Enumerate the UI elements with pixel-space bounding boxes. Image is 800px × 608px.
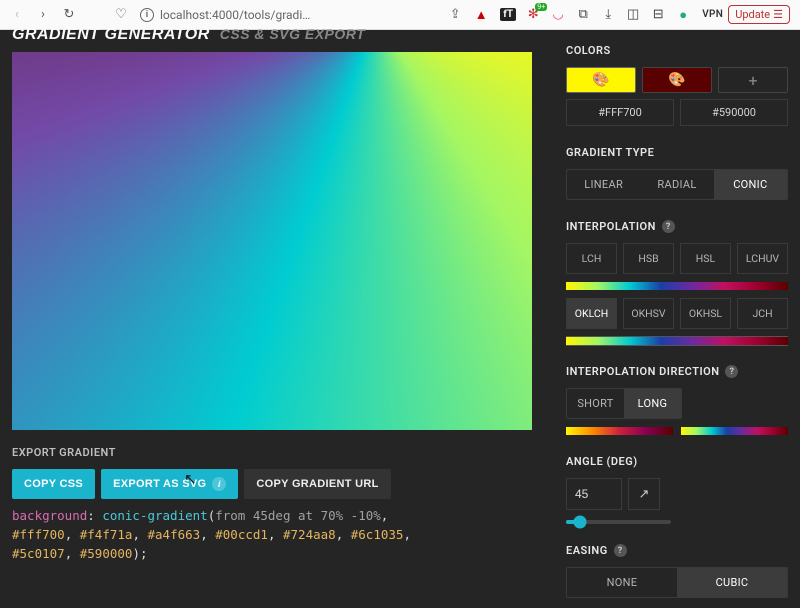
interp-jch[interactable]: JCH [737,298,788,329]
spectrum-preview-1 [566,282,788,290]
right-panel: COLORS 🎨 🎨 + #FFF700 #590000 GRADIENT TY… [566,30,788,600]
export-label: EXPORT GRADIENT [12,446,532,459]
gradient-type-label: GRADIENT TYPE [566,146,788,159]
spectrum-short [566,427,673,435]
angle-section: ANGLE (DEG) ↗ [566,455,788,524]
direction-label: INTERPOLATION DIRECTION? [566,365,788,378]
spectrum-preview-2 [566,337,788,345]
ext-wallet-icon[interactable]: ⊟ [650,7,666,22]
reload-icon[interactable]: ↻ [62,8,76,22]
type-linear[interactable]: LINEAR [567,170,640,199]
interp-lchuv[interactable]: LCHUV [737,243,788,274]
export-svg-button[interactable]: EXPORT AS SVGi [101,469,238,499]
url-text: localhost:4000/tools/gradi… [160,8,310,22]
css-output[interactable]: background: conic-gradient(from 45deg at… [12,507,532,563]
extensions: fT ✻ ◡ ⧉ ⤓ ◫ ⊟ ● VPN [500,7,716,23]
interp-oklch[interactable]: OKLCH [566,298,617,329]
ext-react-icon[interactable]: ✻ [525,7,541,22]
dir-short[interactable]: SHORT [567,389,624,418]
copy-css-button[interactable]: COPY CSS [12,469,95,499]
vpn-label[interactable]: VPN [700,9,716,20]
angle-slider[interactable] [566,520,671,524]
help-icon[interactable]: ? [725,365,738,378]
ext-pocket-icon[interactable]: ◡ [550,7,566,22]
random-angle-button[interactable]: ↗ [628,478,660,510]
share-icon[interactable]: ⇪ [448,8,462,22]
palette-icon: 🎨 [592,72,609,88]
copy-url-button[interactable]: COPY GRADIENT URL [244,469,390,499]
slider-thumb[interactable] [573,516,586,529]
page-title: GRADIENT GENERATOR CSS & SVG EXPORT [12,26,532,44]
angle-input[interactable] [566,478,622,510]
interp-hsl[interactable]: HSL [680,243,731,274]
interp-lch[interactable]: LCH [566,243,617,274]
gradient-type-section: GRADIENT TYPE LINEAR RADIAL CONIC [566,146,788,200]
direction-section: INTERPOLATION DIRECTION? SHORT LONG [566,365,788,435]
ext-ft-icon[interactable]: fT [500,8,516,21]
export-buttons: COPY CSS EXPORT AS SVGi COPY GRADIENT UR… [12,469,532,499]
type-radial[interactable]: RADIAL [640,170,713,199]
ext-download-icon[interactable]: ⤓ [600,7,616,22]
dir-long[interactable]: LONG [624,389,681,418]
easing-none[interactable]: NONE [567,568,677,597]
bookmark-icon[interactable]: ♡ [114,8,128,22]
colors-section: COLORS 🎨 🎨 + #FFF700 #590000 [566,44,788,126]
ext-puzzle-icon[interactable]: ⧉ [575,7,591,22]
interp-okhsl[interactable]: OKHSL [680,298,731,329]
info-icon: i [212,477,226,491]
forward-icon[interactable]: › [36,8,50,22]
interp-okhsv[interactable]: OKHSV [623,298,674,329]
gradient-type-toggle: LINEAR RADIAL CONIC [566,169,788,200]
add-color-button[interactable]: + [718,67,788,93]
ext-sidebar-icon[interactable]: ◫ [625,7,641,22]
palette-icon: 🎨 [668,72,685,88]
type-conic[interactable]: CONIC [714,170,787,199]
help-icon[interactable]: ? [662,220,675,233]
easing-cubic[interactable]: CUBIC [677,568,787,597]
vpn-status-icon: ● [675,7,691,23]
easing-section: EASING? NONE CUBIC [566,544,788,598]
address-bar[interactable]: i localhost:4000/tools/gradi… [140,8,436,22]
interpolation-label: INTERPOLATION? [566,220,788,233]
interp-hsb[interactable]: HSB [623,243,674,274]
hamburger-icon: ☰ [773,8,783,21]
colors-label: COLORS [566,44,788,57]
color-swatch-1[interactable]: 🎨 [566,67,636,93]
angle-label: ANGLE (DEG) [566,455,788,468]
spectrum-long [681,427,788,435]
update-button[interactable]: Update ☰ [728,5,790,24]
back-icon[interactable]: ‹ [10,8,24,22]
help-icon[interactable]: ? [614,544,627,557]
interpolation-section: INTERPOLATION? LCH HSB HSL LCHUV OKLCH O… [566,220,788,345]
gradient-preview [12,52,532,430]
hex-input-1[interactable]: #FFF700 [566,99,674,126]
app: GRADIENT GENERATOR CSS & SVG EXPORT EXPO… [0,30,800,608]
color-swatch-2[interactable]: 🎨 [642,67,712,93]
brave-shields-icon[interactable]: ▲ [474,8,488,22]
left-column: GRADIENT GENERATOR CSS & SVG EXPORT EXPO… [12,30,532,600]
easing-label: EASING? [566,544,788,557]
hex-input-2[interactable]: #590000 [680,99,788,126]
site-info-icon[interactable]: i [140,8,154,22]
